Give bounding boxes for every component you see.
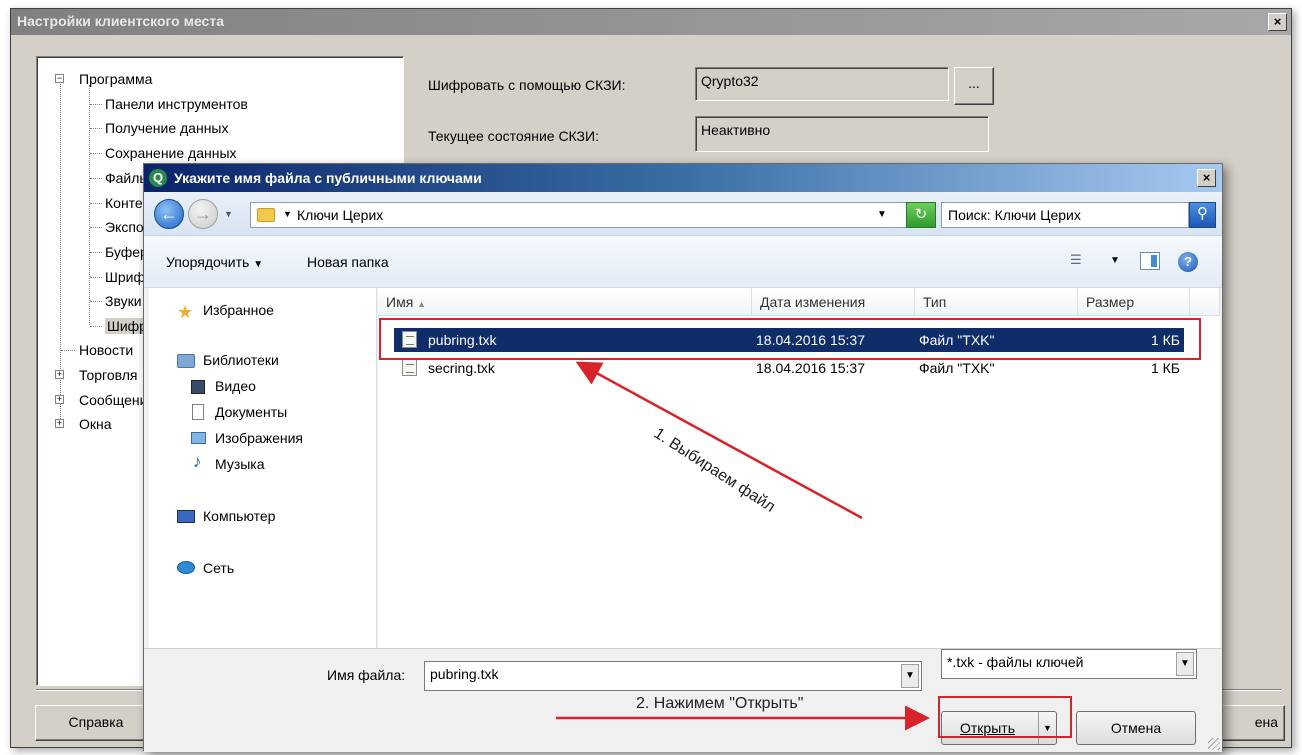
annotation-arrows [556,361,930,731]
annotation-step2: 2. Нажимем "Открыть" [636,695,804,712]
arrow-to-file [575,361,863,520]
